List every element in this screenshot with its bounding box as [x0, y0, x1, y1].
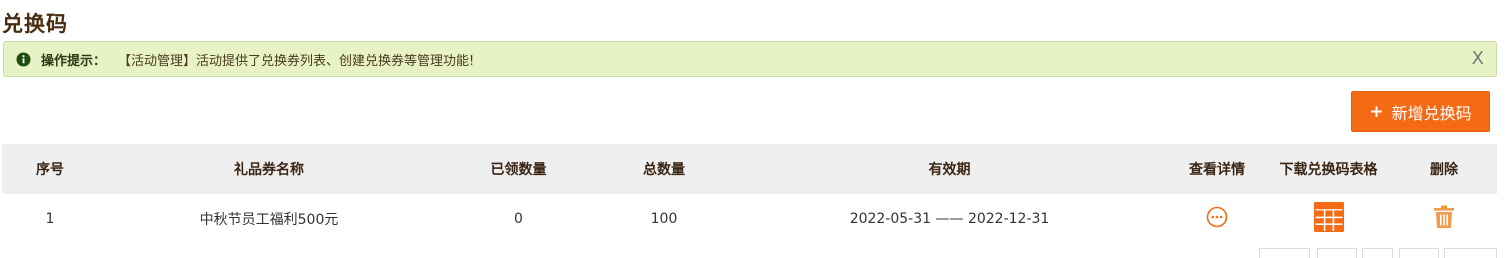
table-row: 1 中秋节员工福利500元 0 100 2022-05-31 —— 2022-1…: [2, 194, 1497, 244]
tip-text: 【活动管理】活动提供了兑换券列表、创建兑换券等管理功能!: [118, 53, 475, 69]
delete-cell: [1391, 205, 1497, 233]
info-icon: [16, 52, 31, 67]
operation-tip-bar: 操作提示： 【活动管理】活动提供了兑换券列表、创建兑换券等管理功能! X: [3, 41, 1497, 77]
row-total: 100: [650, 211, 678, 227]
page-title: 兑换码: [2, 12, 68, 36]
pagination-page-button[interactable]: [1399, 248, 1439, 258]
pagination-page-button[interactable]: [1317, 248, 1357, 258]
add-redeem-code-button[interactable]: + 新增兑换码: [1351, 91, 1490, 132]
row-name: 中秋节员工福利500元: [199, 212, 339, 228]
table-grid-icon[interactable]: [1313, 202, 1344, 232]
header-index: 序号: [36, 162, 64, 178]
add-button-label: 新增兑换码: [1391, 103, 1472, 123]
redeem-code-table: 序号 礼品券名称 已领数量 总数量 有效期 查看详情 下载兑换码表格 删除 1 …: [2, 144, 1497, 244]
download-cell: [1266, 202, 1391, 236]
pagination-page-button[interactable]: [1362, 248, 1393, 258]
more-details-icon[interactable]: [1206, 206, 1228, 228]
details-cell: [1168, 206, 1266, 232]
pagination-next-button[interactable]: [1444, 248, 1497, 258]
pagination-prev-button[interactable]: [1259, 248, 1310, 258]
close-icon[interactable]: X: [1472, 48, 1484, 69]
header-validity: 有效期: [928, 162, 971, 178]
table-header: 序号 礼品券名称 已领数量 总数量 有效期 查看详情 下载兑换码表格 删除: [2, 144, 1497, 194]
row-index: 1: [45, 211, 55, 227]
header-name: 礼品券名称: [234, 162, 304, 178]
header-download: 下载兑换码表格: [1279, 162, 1378, 178]
header-claimed: 已领数量: [490, 162, 547, 178]
header-delete: 删除: [1430, 162, 1458, 178]
page: 兑换码 操作提示： 【活动管理】活动提供了兑换券列表、创建兑换券等管理功能! X…: [0, 0, 1507, 258]
row-claimed: 0: [514, 211, 523, 227]
tip-label: 操作提示：: [41, 53, 107, 69]
plus-icon: +: [1369, 101, 1384, 122]
header-total: 总数量: [643, 162, 685, 178]
row-validity: 2022-05-31 —— 2022-12-31: [849, 211, 1050, 227]
header-details: 查看详情: [1189, 162, 1245, 178]
pagination: [0, 248, 1507, 258]
trash-icon[interactable]: [1433, 205, 1455, 229]
